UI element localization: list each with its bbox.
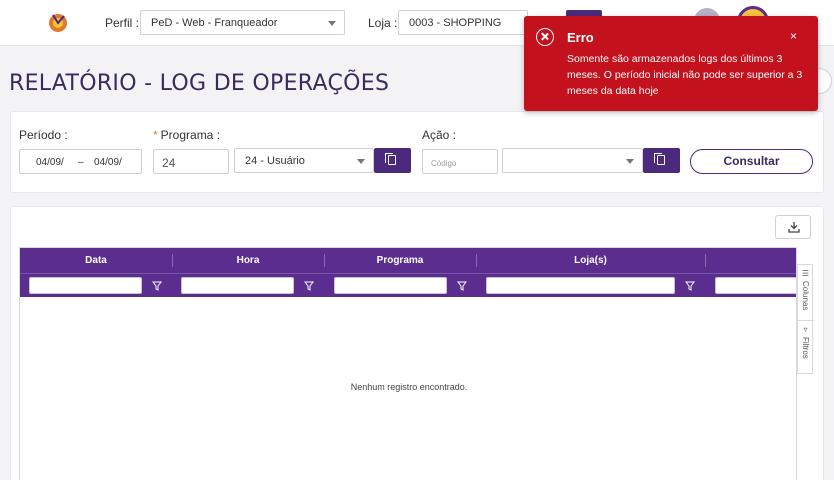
grid-filter-row [20,273,796,297]
periodo-label: Período : [19,128,68,142]
column-header-lojas[interactable]: Loja(s) [476,248,705,273]
programa-search-button[interactable] [374,148,411,173]
side-tab-colunas[interactable]: ☰ Colunas [798,267,814,319]
programa-label-text: Programa : [160,128,221,142]
acao-code-input[interactable]: Código [422,149,498,174]
programa-label: * Programa : [153,128,220,142]
perfil-select-value: PeD - Web - Franqueador [151,17,278,29]
side-tab-filtros[interactable]: ▿ Filtros [798,323,814,373]
perfil-select[interactable]: PeD - Web - Franqueador [140,10,345,35]
programa-filter-input[interactable] [334,277,447,294]
close-icon[interactable]: × [790,29,797,43]
error-toast: Erro × Somente são armazenados logs dos … [524,16,818,111]
page-title: RELATÓRIO - LOG DE OPERAÇÕES [9,71,390,96]
copy-icon [654,153,665,165]
programa-code-input[interactable]: 24 [153,149,229,174]
periodo-date-range[interactable]: 04/09/ – 04/09/ [19,149,142,174]
programa-select[interactable]: 24 - Usuário [234,148,374,173]
acao-select[interactable] [502,148,643,173]
programa-select-value: 24 - Usuário [245,155,305,167]
toast-message: Somente são armazenados logs dos últimos… [567,53,803,97]
app-logo-icon[interactable] [46,10,70,34]
loja-select-value: 0003 - SHOPPING [409,17,502,29]
loja-label: Loja : [368,16,398,30]
column-separator[interactable] [705,254,706,267]
perfil-label: Perfil : [105,16,140,30]
hora-filter-input[interactable] [181,277,294,294]
data-filter-input[interactable] [29,277,142,294]
lojas-filter-input[interactable] [486,277,675,294]
grid-header: Data Hora Programa Loja(s) [20,248,796,273]
column-header-data[interactable]: Data [20,248,172,273]
error-icon [536,28,554,46]
column-header-programa[interactable]: Programa [324,248,476,273]
filter-icon[interactable] [457,281,467,291]
required-marker: * [153,128,158,142]
empty-message: Nenhum registro encontrado. [350,382,468,392]
date-separator: – [78,157,84,168]
filter-icon: ▿ [801,325,810,334]
toast-title: Erro [567,30,594,45]
extra-filter-input[interactable] [715,277,796,294]
side-tab-colunas-label: Colunas [801,281,810,311]
acao-search-button[interactable] [643,148,680,173]
filter-icon[interactable] [685,281,695,291]
chevron-down-icon [357,159,365,164]
chevron-down-icon [328,21,336,26]
chevron-down-icon [626,159,634,164]
side-tab-filtros-label: Filtros [801,337,810,359]
date-start[interactable]: 04/09/ [36,157,64,168]
loja-select[interactable]: 0003 - SHOPPING [398,10,528,35]
column-header-hora[interactable]: Hora [172,248,324,273]
date-end[interactable]: 04/09/ [94,157,122,168]
acao-label: Ação : [422,128,457,142]
filter-icon[interactable] [152,281,162,291]
copy-icon [385,153,396,165]
columns-icon: ☰ [801,269,810,278]
consultar-button[interactable]: Consultar [690,149,813,174]
download-button[interactable] [775,215,811,239]
grid-side-panel: ☰ Colunas ▿ Filtros [797,264,814,374]
side-divider [798,320,814,321]
results-grid: Data Hora Programa Loja(s) Nenhum regist… [19,247,797,480]
download-icon [788,222,800,233]
filter-icon[interactable] [304,281,314,291]
